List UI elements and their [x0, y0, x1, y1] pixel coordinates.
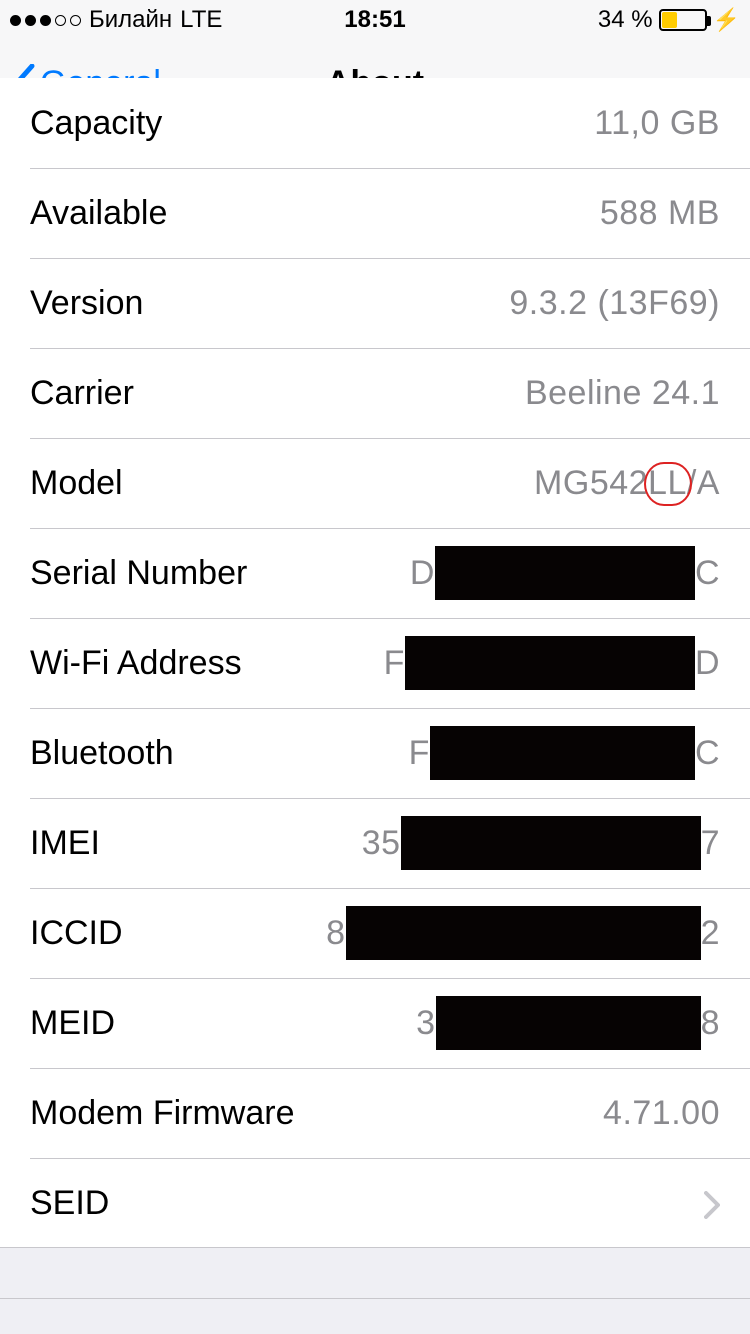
row-value: 11,0 GB: [594, 104, 720, 143]
value-prefix: D: [410, 554, 435, 593]
row-value: 4.71.00: [603, 1094, 720, 1133]
status-right: 34 % ⚡: [598, 6, 740, 34]
row-meid[interactable]: MEID 3 8: [0, 978, 750, 1068]
about-list: Capacity 11,0 GB Available 588 MB Versio…: [0, 78, 750, 1248]
battery-percent: 34 %: [598, 6, 653, 34]
row-label: Model: [30, 464, 123, 503]
redaction-block: [346, 906, 701, 960]
status-carrier: Билайн: [89, 6, 172, 34]
redaction-block: [401, 816, 701, 870]
value-suffix: 2: [701, 914, 720, 953]
row-value: Beeline 24.1: [525, 374, 720, 413]
battery-icon: [659, 9, 707, 31]
value-suffix: 7: [701, 824, 720, 863]
row-iccid[interactable]: ICCID 8 2: [0, 888, 750, 978]
row-model[interactable]: Model MG542LL/A: [0, 438, 750, 528]
row-seid[interactable]: SEID: [0, 1158, 750, 1248]
row-label: IMEI: [30, 824, 100, 863]
value-prefix: 35: [362, 824, 401, 863]
row-serial-number[interactable]: Serial Number D C: [0, 528, 750, 618]
row-label: MEID: [30, 1004, 115, 1043]
row-label: Available: [30, 194, 167, 233]
charging-icon: ⚡: [713, 7, 740, 33]
row-label: SEID: [30, 1184, 109, 1223]
row-label: Carrier: [30, 374, 134, 413]
redaction-block: [430, 726, 695, 780]
row-version[interactable]: Version 9.3.2 (13F69): [0, 258, 750, 348]
value-suffix: 8: [701, 1004, 720, 1043]
value-suffix: C: [695, 554, 720, 593]
redaction-block: [405, 636, 695, 690]
value-suffix: D: [695, 644, 720, 683]
section-footer: [0, 1298, 750, 1334]
row-carrier[interactable]: Carrier Beeline 24.1: [0, 348, 750, 438]
signal-strength-icon: [10, 15, 81, 26]
row-label: Version: [30, 284, 143, 323]
row-value: MG542LL/A: [534, 464, 720, 503]
value-suffix: C: [695, 734, 720, 773]
status-bar: Билайн LTE 18:51 34 % ⚡: [0, 0, 750, 40]
row-label: Modem Firmware: [30, 1094, 294, 1133]
row-wifi-address[interactable]: Wi-Fi Address F D: [0, 618, 750, 708]
row-label: Bluetooth: [30, 734, 174, 773]
row-capacity[interactable]: Capacity 11,0 GB: [0, 78, 750, 168]
value-prefix: 8: [326, 914, 345, 953]
redaction-block: [435, 546, 695, 600]
status-left: Билайн LTE: [10, 6, 222, 34]
chevron-right-icon: [704, 1189, 720, 1217]
row-value: 588 MB: [600, 194, 720, 233]
row-label: Serial Number: [30, 554, 247, 593]
row-label: ICCID: [30, 914, 123, 953]
status-network: LTE: [180, 6, 222, 34]
row-label: Wi-Fi Address: [30, 644, 242, 683]
value-prefix: 3: [416, 1004, 435, 1043]
row-label: Capacity: [30, 104, 162, 143]
status-time: 18:51: [344, 6, 405, 34]
row-modem-firmware[interactable]: Modem Firmware 4.71.00: [0, 1068, 750, 1158]
row-available[interactable]: Available 588 MB: [0, 168, 750, 258]
value-prefix: F: [384, 644, 405, 683]
redaction-block: [436, 996, 701, 1050]
row-imei[interactable]: IMEI 35 7: [0, 798, 750, 888]
row-bluetooth[interactable]: Bluetooth F C: [0, 708, 750, 798]
value-prefix: F: [409, 734, 430, 773]
row-value: 9.3.2 (13F69): [509, 284, 720, 323]
